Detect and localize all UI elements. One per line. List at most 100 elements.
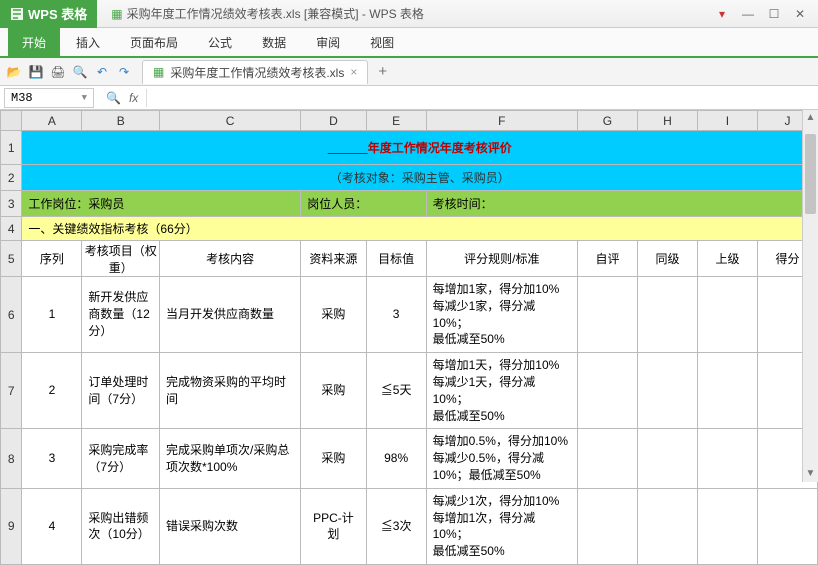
cell-self[interactable] bbox=[577, 488, 637, 564]
cell-sup[interactable] bbox=[697, 277, 757, 353]
tab-review[interactable]: 审阅 bbox=[302, 28, 354, 56]
cell-content[interactable]: 完成物资采购的平均时间 bbox=[160, 353, 301, 429]
row-header[interactable]: 4 bbox=[1, 217, 22, 241]
maximize-button[interactable]: ☐ bbox=[762, 4, 786, 24]
cell-sup[interactable] bbox=[697, 429, 757, 488]
cell-source[interactable]: PPC-计划 bbox=[301, 488, 366, 564]
scroll-thumb[interactable] bbox=[805, 134, 816, 214]
doc-tab[interactable]: ▦ 采购年度工作情况绩效考核表.xls × bbox=[142, 60, 368, 84]
namebox-dropdown-icon[interactable]: ▼ bbox=[82, 93, 87, 103]
row-header[interactable]: 3 bbox=[1, 191, 22, 217]
sheet-title[interactable]: 年度工作情况年度考核评价 bbox=[22, 131, 818, 165]
cell-source[interactable]: 采购 bbox=[301, 429, 366, 488]
dropdown-icon[interactable]: ▾ bbox=[710, 4, 734, 24]
row-header[interactable]: 5 bbox=[1, 241, 22, 277]
cell-rule[interactable]: 每减少1次，得分加10%每增加1次，得分减10%；最低减至50% bbox=[426, 488, 577, 564]
row-header[interactable]: 7 bbox=[1, 353, 22, 429]
cell-rule[interactable]: 每增加1天，得分加10%每减少1天，得分减10%；最低减至50% bbox=[426, 353, 577, 429]
cell-content[interactable]: 错误采购次数 bbox=[160, 488, 301, 564]
cell-item[interactable]: 采购完成率（7分） bbox=[82, 429, 160, 488]
cell-rule[interactable]: 每增加1家，得分加10%每减少1家，得分减10%；最低减至50% bbox=[426, 277, 577, 353]
redo-icon[interactable]: ↷ bbox=[116, 64, 132, 80]
cell-item[interactable]: 订单处理时间（7分） bbox=[82, 353, 160, 429]
tab-insert[interactable]: 插入 bbox=[62, 28, 114, 56]
tab-start[interactable]: 开始 bbox=[8, 28, 60, 56]
select-all-corner[interactable] bbox=[1, 111, 22, 131]
cell-self[interactable] bbox=[577, 353, 637, 429]
cell-source[interactable]: 采购 bbox=[301, 277, 366, 353]
preview-icon[interactable]: 🔍 bbox=[72, 64, 88, 80]
name-box[interactable]: M38 ▼ bbox=[4, 88, 94, 108]
table-header-peer[interactable]: 同级 bbox=[637, 241, 697, 277]
col-header[interactable]: F bbox=[426, 111, 577, 131]
spreadsheet-grid[interactable]: ABCDEFGHIJ1 年度工作情况年度考核评价2（考核对象：采购主管、采购员）… bbox=[0, 110, 818, 482]
cell-seq[interactable]: 3 bbox=[22, 429, 82, 488]
formula-input[interactable] bbox=[146, 89, 810, 107]
table-header-seq[interactable]: 序列 bbox=[22, 241, 82, 277]
cell-self[interactable] bbox=[577, 277, 637, 353]
cell-post[interactable]: 工作岗位：采购员 bbox=[22, 191, 301, 217]
cell-source[interactable]: 采购 bbox=[301, 353, 366, 429]
col-header[interactable]: D bbox=[301, 111, 366, 131]
row-header[interactable]: 2 bbox=[1, 165, 22, 191]
table-header-content[interactable]: 考核内容 bbox=[160, 241, 301, 277]
cell-seq[interactable]: 1 bbox=[22, 277, 82, 353]
close-button[interactable]: ✕ bbox=[788, 4, 812, 24]
save-icon[interactable]: 💾 bbox=[28, 64, 44, 80]
cell-target[interactable]: 3 bbox=[366, 277, 426, 353]
new-doc-button[interactable]: + bbox=[378, 63, 387, 80]
cell-sup[interactable] bbox=[697, 353, 757, 429]
cell-peer[interactable] bbox=[637, 277, 697, 353]
col-header[interactable]: C bbox=[160, 111, 301, 131]
row-header[interactable]: 9 bbox=[1, 488, 22, 564]
cell-sup[interactable] bbox=[697, 488, 757, 564]
vertical-scrollbar[interactable]: ▲ ▼ bbox=[802, 110, 818, 482]
table-header-sup[interactable]: 上级 bbox=[697, 241, 757, 277]
print-icon[interactable]: 🖨 bbox=[50, 64, 66, 80]
cell-self[interactable] bbox=[577, 429, 637, 488]
fx-label[interactable]: fx bbox=[129, 91, 138, 105]
col-header[interactable]: G bbox=[577, 111, 637, 131]
col-header[interactable]: A bbox=[22, 111, 82, 131]
table-header-rule[interactable]: 评分规则/标准 bbox=[426, 241, 577, 277]
col-header[interactable]: B bbox=[82, 111, 160, 131]
table-header-source[interactable]: 资料来源 bbox=[301, 241, 366, 277]
cell-target[interactable]: 98% bbox=[366, 429, 426, 488]
cell-person[interactable]: 岗位人员： bbox=[301, 191, 426, 217]
scroll-up-icon[interactable]: ▲ bbox=[803, 110, 818, 126]
tab-view[interactable]: 视图 bbox=[356, 28, 408, 56]
col-header[interactable]: I bbox=[697, 111, 757, 131]
cell-item[interactable]: 采购出错频次（10分） bbox=[82, 488, 160, 564]
search-icon[interactable]: 🔍 bbox=[106, 91, 121, 105]
tab-data[interactable]: 数据 bbox=[248, 28, 300, 56]
col-header[interactable]: H bbox=[637, 111, 697, 131]
cell-content[interactable]: 当月开发供应商数量 bbox=[160, 277, 301, 353]
cell-item[interactable]: 新开发供应商数量（12分） bbox=[82, 277, 160, 353]
cell-score[interactable] bbox=[757, 488, 817, 564]
cell-rule[interactable]: 每增加0.5%，得分加10%每减少0.5%，得分减10%；最低减至50% bbox=[426, 429, 577, 488]
row-header[interactable]: 6 bbox=[1, 277, 22, 353]
section-header[interactable]: 一、关键绩效指标考核（66分） bbox=[22, 217, 818, 241]
table-header-target[interactable]: 目标值 bbox=[366, 241, 426, 277]
col-header[interactable]: E bbox=[366, 111, 426, 131]
tab-formula[interactable]: 公式 bbox=[194, 28, 246, 56]
cell-peer[interactable] bbox=[637, 488, 697, 564]
cell-seq[interactable]: 2 bbox=[22, 353, 82, 429]
cell-peer[interactable] bbox=[637, 353, 697, 429]
cell-content[interactable]: 完成采购单项次/采购总项次数*100% bbox=[160, 429, 301, 488]
cell-time[interactable]: 考核时间： bbox=[426, 191, 817, 217]
undo-icon[interactable]: ↶ bbox=[94, 64, 110, 80]
cell-seq[interactable]: 4 bbox=[22, 488, 82, 564]
scroll-down-icon[interactable]: ▼ bbox=[803, 466, 818, 482]
row-header[interactable]: 1 bbox=[1, 131, 22, 165]
sheet-subtitle[interactable]: （考核对象：采购主管、采购员） bbox=[22, 165, 818, 191]
minimize-button[interactable]: — bbox=[736, 4, 760, 24]
cell-peer[interactable] bbox=[637, 429, 697, 488]
row-header[interactable]: 8 bbox=[1, 429, 22, 488]
close-doc-icon[interactable]: × bbox=[350, 65, 357, 79]
table-header-item[interactable]: 考核项目（权重） bbox=[82, 241, 160, 277]
open-icon[interactable]: 📂 bbox=[6, 64, 22, 80]
table-header-self[interactable]: 自评 bbox=[577, 241, 637, 277]
cell-target[interactable]: ≦5天 bbox=[366, 353, 426, 429]
cell-target[interactable]: ≦3次 bbox=[366, 488, 426, 564]
